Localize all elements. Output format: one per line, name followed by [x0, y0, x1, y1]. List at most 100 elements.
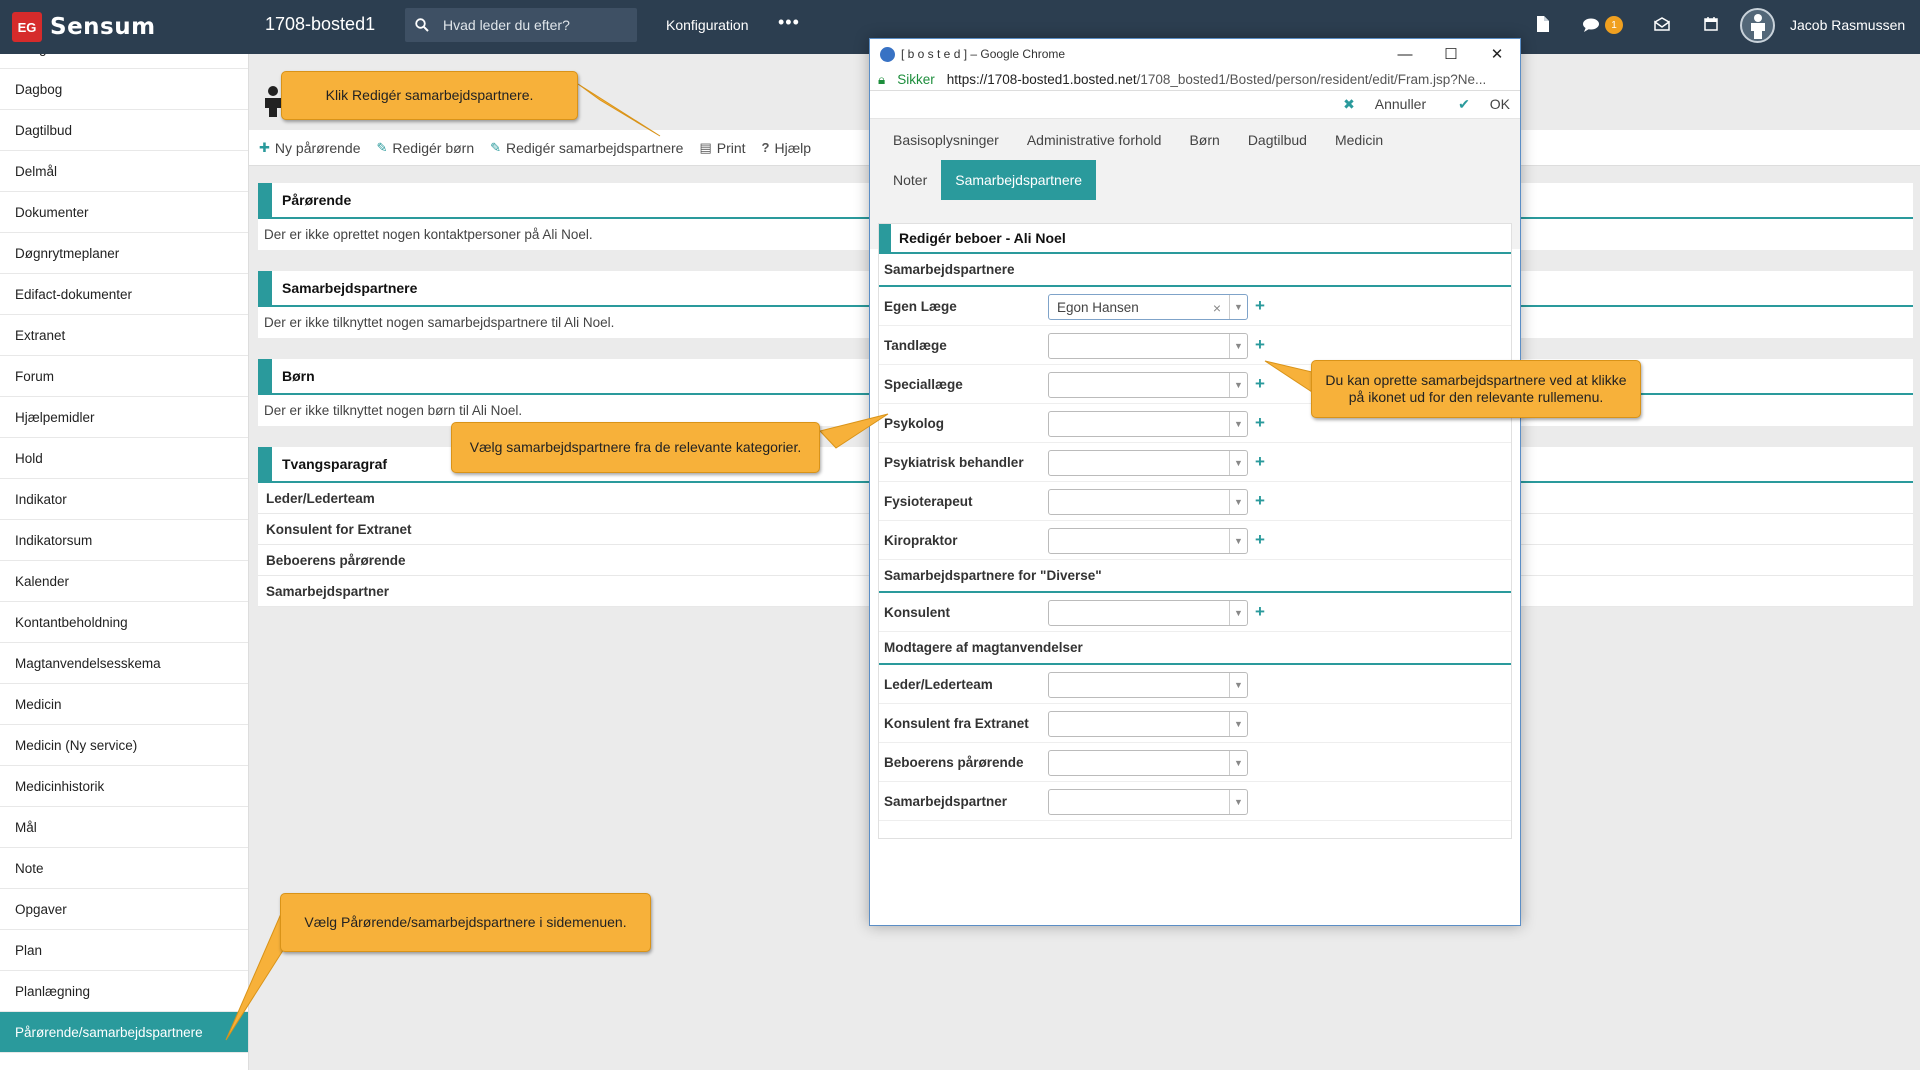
sidebar-item-plan[interactable]: Plan — [0, 930, 248, 971]
chevron-down-icon: ▼ — [1229, 712, 1247, 736]
beboerens-parorende-select[interactable]: ▼ — [1048, 750, 1248, 776]
kiropraktor-select[interactable]: ▼ — [1048, 528, 1248, 554]
field-row-konsulent-extranet: Konsulent fra Extranet ▼ — [879, 704, 1511, 743]
sidebar-item-opgaver[interactable]: Opgaver — [0, 889, 248, 930]
konsulent-select[interactable]: ▼ — [1048, 600, 1248, 626]
field-row-psykiatrisk: Psykiatrisk behandler ▼ + — [879, 443, 1511, 482]
sidebar-item-planlaegning[interactable]: Planlægning — [0, 971, 248, 1012]
tab-noter[interactable]: Noter — [879, 160, 941, 200]
ok-label: OK — [1489, 96, 1510, 112]
sidebar-item-budget[interactable]: Budget — [0, 54, 248, 69]
tab-medicin[interactable]: Medicin — [1321, 120, 1397, 160]
address-bar[interactable]: 🔒︎ Sikker https://1708-bosted1.bosted.ne… — [870, 69, 1520, 91]
edit-children-button[interactable]: ✎ Redigér børn — [377, 140, 475, 156]
edit-partners-button[interactable]: ✎ Redigér samarbejdspartnere — [490, 140, 683, 156]
psykolog-select[interactable]: ▼ — [1048, 411, 1248, 437]
sidebar-item-dagbog[interactable]: Dagbog — [0, 69, 248, 110]
cancel-label: Annuller — [1374, 96, 1427, 112]
sidebar-item-medicin[interactable]: Medicin — [0, 684, 248, 725]
sidebar-item-indikator[interactable]: Indikator — [0, 479, 248, 520]
eg-logo-mark: EG — [12, 12, 42, 42]
calendar-icon[interactable] — [1704, 16, 1718, 31]
add-partner-icon[interactable]: + — [1255, 296, 1265, 316]
sensum-logo[interactable]: EG Sensum — [12, 12, 156, 42]
add-partner-icon[interactable]: + — [1255, 491, 1265, 511]
field-row-beboerens-parorende: Beboerens pårørende ▼ — [879, 743, 1511, 782]
sidebar-item-dagtilbud[interactable]: Dagtilbud — [0, 110, 248, 151]
sidebar-item-parorende[interactable]: Pårørende/samarbejdspartnere — [0, 1012, 248, 1053]
close-icon[interactable]: ✕ — [1474, 39, 1520, 69]
cancel-button[interactable]: ✖ Annuller — [1327, 96, 1426, 113]
print-label: Print — [716, 139, 746, 156]
egen-laege-select[interactable]: Egon Hansen × ▼ — [1048, 294, 1248, 320]
sidebar-item-mal[interactable]: Mål — [0, 807, 248, 848]
search-placeholder: Hvad leder du efter? — [443, 17, 570, 33]
tab-basisoplysninger[interactable]: Basisoplysninger — [879, 120, 1013, 160]
search-icon — [415, 18, 429, 32]
search-input[interactable]: Hvad leder du efter? — [405, 8, 637, 42]
add-partner-icon[interactable]: + — [1255, 374, 1265, 394]
chevron-down-icon: ▼ — [1229, 412, 1247, 436]
select-value: Egon Hansen — [1057, 299, 1139, 315]
samarbejdspartner-select[interactable]: ▼ — [1048, 789, 1248, 815]
more-menu-icon[interactable]: ••• — [778, 12, 800, 33]
chrome-icon — [880, 46, 895, 62]
document-icon[interactable] — [1536, 16, 1549, 32]
url-path: /1708_bosted1/Bosted/person/resident/edi… — [1136, 72, 1487, 87]
clear-icon[interactable]: × — [1213, 300, 1221, 316]
add-partner-icon[interactable]: + — [1255, 530, 1265, 550]
sidebar-item-indikatorsum[interactable]: Indikatorsum — [0, 520, 248, 561]
user-name[interactable]: Jacob Rasmussen — [1790, 17, 1905, 33]
add-partner-icon[interactable]: + — [1255, 413, 1265, 433]
psykiatrisk-select[interactable]: ▼ — [1048, 450, 1248, 476]
sidebar-item-medicin-ny[interactable]: Medicin (Ny service) — [0, 725, 248, 766]
fysioterapeut-select[interactable]: ▼ — [1048, 489, 1248, 515]
help-button[interactable]: ? Hjælp — [762, 140, 812, 156]
sidebar-item-kontantbeholdning[interactable]: Kontantbeholdning — [0, 602, 248, 643]
sidebar-item-dokumenter[interactable]: Dokumenter — [0, 192, 248, 233]
sidebar-item-magtanvendelsesskema[interactable]: Magtanvendelsesskema — [0, 643, 248, 684]
tab-samarbejdspartnere[interactable]: Samarbejdspartnere — [941, 160, 1097, 200]
field-label: Speciallæge — [884, 376, 963, 392]
sidebar-item-hold[interactable]: Hold — [0, 438, 248, 479]
sidebar-item-kalender[interactable]: Kalender — [0, 561, 248, 602]
chevron-down-icon: ▼ — [1229, 601, 1247, 625]
sidebar-item-note[interactable]: Note — [0, 848, 248, 889]
konfiguration-menu[interactable]: Konfiguration — [666, 17, 749, 33]
tab-dagtilbud[interactable]: Dagtilbud — [1234, 120, 1321, 160]
edit-partners-label: Redigér samarbejdspartnere — [506, 139, 684, 156]
leder-select[interactable]: ▼ — [1048, 672, 1248, 698]
user-avatar[interactable] — [1740, 8, 1775, 43]
konsulent-extranet-select[interactable]: ▼ — [1048, 711, 1248, 737]
maximize-icon[interactable]: ☐ — [1428, 39, 1474, 69]
sidebar-item-forum[interactable]: Forum — [0, 356, 248, 397]
sidebar-item-extranet[interactable]: Extranet — [0, 315, 248, 356]
site-name[interactable]: 1708-bosted1 — [265, 14, 375, 35]
sidebar-item-medicinhistorik[interactable]: Medicinhistorik — [0, 766, 248, 807]
print-button[interactable]: ▤ Print — [699, 140, 745, 156]
tab-administrative[interactable]: Administrative forhold — [1013, 120, 1176, 160]
add-partner-icon[interactable]: + — [1255, 335, 1265, 355]
chevron-down-icon: ▼ — [1229, 295, 1247, 319]
tab-born[interactable]: Børn — [1175, 120, 1233, 160]
field-label: Psykolog — [884, 415, 945, 431]
speciallaege-select[interactable]: ▼ — [1048, 372, 1248, 398]
sidebar: Budget Dagbog Dagtilbud Delmål Dokumente… — [0, 54, 249, 1070]
sidebar-item-dognrytmeplaner[interactable]: Døgnrytmeplaner — [0, 233, 248, 274]
sidebar-item-delmal[interactable]: Delmål — [0, 151, 248, 192]
mail-icon[interactable] — [1654, 17, 1670, 31]
notification-badge[interactable]: 1 — [1605, 16, 1623, 34]
add-partner-icon[interactable]: + — [1255, 452, 1265, 472]
add-partner-icon[interactable]: + — [1255, 602, 1265, 622]
chat-icon[interactable] — [1583, 18, 1599, 32]
new-relative-button[interactable]: ✚ Ny pårørende — [259, 140, 361, 156]
sidebar-item-hjaelpemidler[interactable]: Hjælpemidler — [0, 397, 248, 438]
tandlaege-select[interactable]: ▼ — [1048, 333, 1248, 359]
sidebar-item-edifact[interactable]: Edifact-dokumenter — [0, 274, 248, 315]
pencil-icon: ✎ — [490, 139, 502, 155]
field-label: Beboerens pårørende — [884, 754, 1024, 770]
ok-button[interactable]: ✔ OK — [1442, 96, 1510, 113]
field-label: Konsulent — [884, 604, 950, 620]
window-titlebar: [ b o s t e d ] – Google Chrome — ☐ ✕ — [870, 39, 1520, 69]
minimize-icon[interactable]: — — [1382, 39, 1428, 69]
